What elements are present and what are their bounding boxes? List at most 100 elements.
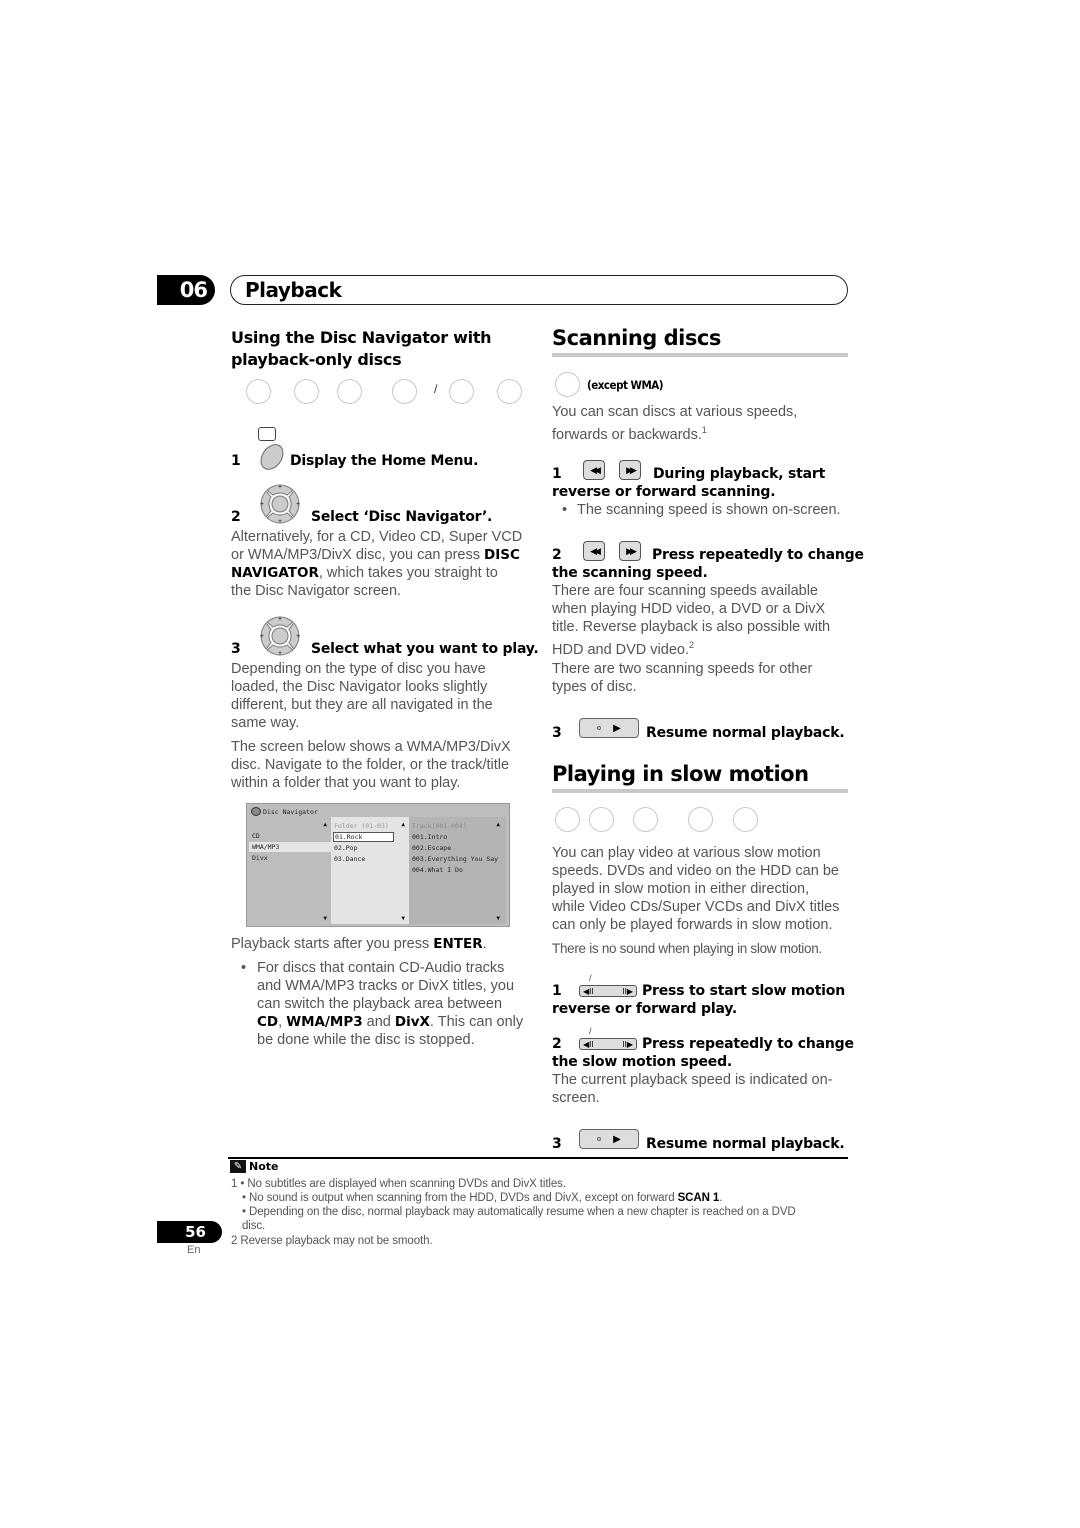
body-line: There are four scanning speeds available: [552, 583, 818, 599]
body-line: and WMA/MP3 tracks or DivX titles, you: [257, 978, 515, 994]
body-text: and: [362, 1014, 395, 1030]
body-text: ,: [278, 1014, 287, 1030]
play-dot-icon: [597, 726, 602, 730]
forward-scan-button-icon: ▶▶: [619, 541, 641, 561]
scroll-down-icon[interactable]: ▼: [323, 915, 327, 922]
pencil-icon: ✎: [230, 1160, 246, 1173]
play-button-icon: ▶: [579, 718, 639, 738]
step-number: 3: [552, 725, 562, 741]
bullet-text: The scanning speed is shown on-screen.: [577, 502, 841, 518]
scroll-up-icon[interactable]: ▲: [496, 821, 500, 828]
bullet-dot: •: [241, 960, 247, 976]
step-label: reverse or forward scanning.: [552, 484, 776, 500]
heading-line: Using the Disc Navigator with: [231, 328, 492, 347]
folder-item[interactable]: 03.Dance: [334, 854, 365, 864]
slash: /: [589, 973, 592, 983]
disc-type-icon: [246, 379, 271, 404]
bullet-text: For discs that contain CD-Audio tracks a…: [257, 959, 537, 1049]
body-line: different, but they are all navigated in…: [231, 697, 493, 713]
body-line: can only be played forwards in slow moti…: [552, 917, 833, 933]
body-line: Depending on the type of disc you have: [231, 661, 486, 677]
play-dot-icon: [597, 1137, 602, 1141]
track-item[interactable]: 004.What I Do: [412, 865, 463, 875]
disc-type-icon: [633, 807, 658, 832]
body-line: There are two scanning speeds for other: [552, 661, 813, 677]
body-line: loaded, the Disc Navigator looks slightl…: [231, 679, 488, 695]
svg-text:+: +: [260, 502, 264, 508]
body-line: or WMA/MP3/DivX disc, you can press DISC: [231, 546, 531, 564]
step-label: Select what you want to play.: [311, 641, 539, 657]
svg-text:+: +: [296, 502, 300, 508]
category-item-selected[interactable]: WMA/MP3: [249, 842, 331, 852]
step-label: reverse or forward play.: [552, 1001, 738, 1017]
track-header: Track(001-004): [412, 822, 467, 830]
body-text: or WMA/MP3/DivX disc, you can press: [231, 547, 485, 563]
body-text: , which takes you straight to: [318, 565, 498, 581]
rewind-scan-button-icon: ◀◀: [583, 541, 605, 561]
body-line: types of disc.: [552, 679, 637, 695]
note-line: • Depending on the disc, normal playback…: [242, 1206, 796, 1218]
key-name: DISC: [484, 547, 520, 563]
step-label: Press repeatedly to change: [642, 1036, 854, 1052]
key-name: ENTER: [433, 936, 483, 952]
note-line: 2 Reverse playback may not be smooth.: [231, 1235, 433, 1247]
heading-rule: [552, 789, 848, 793]
section-heading-slow-motion: Playing in slow motion: [552, 762, 809, 786]
note-divider: [228, 1157, 848, 1159]
scroll-up-icon[interactable]: ▲: [323, 821, 327, 828]
no-sound-text: There is no sound when playing in slow m…: [552, 941, 822, 956]
step-label: Display the Home Menu.: [290, 453, 479, 469]
folder-item[interactable]: 02.Pop: [334, 843, 357, 853]
step-number: 2: [552, 1036, 562, 1052]
category-item[interactable]: CD: [252, 831, 260, 841]
disc-type-icon: [555, 807, 580, 832]
disc-type-icon: [555, 372, 580, 397]
body-text: . This can only: [429, 1014, 524, 1030]
forward-scan-button-icon: ▶▶: [619, 460, 641, 480]
svg-text:+: +: [278, 519, 282, 525]
body-line: You can play video at various slow motio…: [552, 845, 821, 861]
key-name: SCAN 1: [677, 1192, 720, 1204]
slow-forward-icon: II▶: [622, 1039, 633, 1049]
scroll-down-icon[interactable]: ▼: [496, 915, 500, 922]
body-line: CD, WMA/MP3 and DivX. This can only: [257, 1013, 537, 1031]
note-text: .: [719, 1192, 723, 1204]
svg-text:+: +: [278, 485, 282, 491]
svg-text:+: +: [296, 634, 300, 640]
folder-column: Folder (01-03) ▲ 01.Rock 02.Pop 03.Dance…: [331, 817, 409, 924]
step-number: 2: [552, 547, 562, 563]
folder-item-selected[interactable]: 01.Rock: [333, 832, 394, 842]
body-line: Alternatively, for a CD, Video CD, Super…: [231, 529, 523, 545]
heading-rule: [552, 353, 848, 357]
slow-motion-button-icon: ◀II II▶: [579, 1038, 637, 1050]
disc-type-icon: [294, 379, 319, 404]
scanning-step2-body: There are four scanning speeds available…: [552, 582, 852, 659]
body-line: while Video CDs/Super VCDs and DivX titl…: [552, 899, 840, 915]
disc-icon: [251, 807, 261, 816]
home-menu-oval-button-icon: [255, 439, 289, 475]
heading-line: playback-only discs: [231, 350, 402, 369]
track-column: Track(001-004) ▲ 001.Intro 002.Escape 00…: [409, 817, 506, 924]
step-label: Press repeatedly to change: [652, 547, 864, 563]
body-line: disc. Navigate to the folder, or the tra…: [231, 757, 510, 773]
body-text: forwards or backwards.: [552, 426, 702, 443]
category-item[interactable]: Divx: [252, 853, 268, 863]
slow-reverse-icon: ◀II: [583, 986, 594, 996]
disc-type-icon: [688, 807, 713, 832]
chapter-number: 06: [157, 275, 215, 305]
step-label: the scanning speed.: [552, 565, 708, 581]
track-item[interactable]: 001.Intro: [412, 832, 447, 842]
svg-text:+: +: [260, 634, 264, 640]
except-wma-label: (except WMA): [587, 378, 663, 392]
track-item[interactable]: 002.Escape: [412, 843, 451, 853]
body-line: can switch the playback area between: [257, 996, 503, 1012]
body-line: title. Reverse playback is also possible…: [552, 619, 831, 635]
body-line: The current playback speed is indicated …: [552, 1072, 833, 1088]
slow-forward-icon: II▶: [622, 986, 633, 996]
slow-motion-button-icon: ◀II II▶: [579, 985, 637, 997]
track-item[interactable]: 003.Everything You Say: [412, 854, 498, 864]
scroll-down-icon[interactable]: ▼: [401, 915, 405, 922]
disc-type-icon: [392, 379, 417, 404]
scroll-up-icon[interactable]: ▲: [401, 821, 405, 828]
body-line: The screen below shows a WMA/MP3/DivX: [231, 739, 511, 755]
